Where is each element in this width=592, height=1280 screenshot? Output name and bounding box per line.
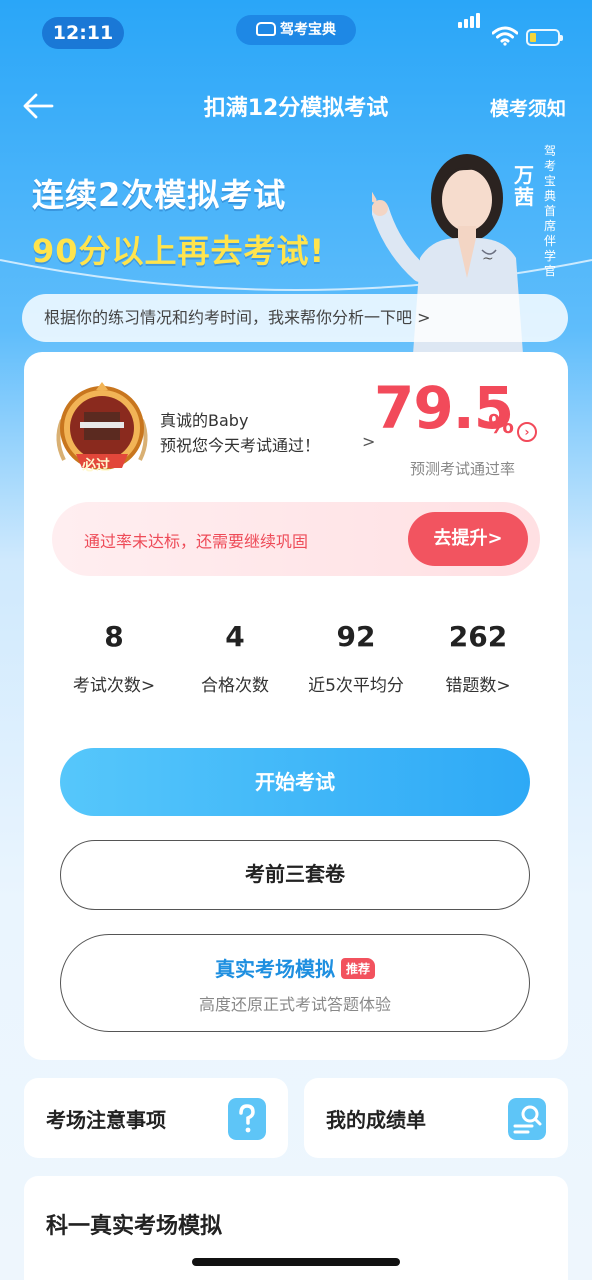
exam-summary-card: 必过 真诚的Baby 预祝您今天考试通过！ > 79.5 % › 预测考试通过率…	[24, 352, 568, 1060]
banner-headline: 连续2次模拟考试	[32, 176, 287, 214]
stat-value: 92	[336, 620, 376, 653]
pass-rate-label: 预测考试通过率	[410, 460, 516, 478]
stat-value: 4	[225, 620, 245, 653]
nav-bar: 扣满12分模拟考试 模考须知	[0, 80, 592, 132]
stat-value: 8	[104, 620, 124, 653]
home-indicator[interactable]	[192, 1258, 400, 1266]
my-scores-tile[interactable]: 我的成绩单	[304, 1078, 568, 1158]
pass-rate-notice: 通过率未达标，还需要继续巩固 去提升>	[52, 502, 540, 576]
status-time: 12:11	[42, 17, 124, 49]
status-bar: 12:11 驾考宝典	[0, 0, 592, 66]
svg-text:~: ~	[482, 251, 494, 267]
real-exam-sim-title-row: 真实考场模拟 推荐	[61, 953, 529, 982]
improve-button[interactable]: 去提升>	[408, 512, 528, 566]
real-exam-sim-title: 真实考场模拟	[214, 957, 335, 981]
stat-label: 近5次平均分	[308, 676, 404, 696]
stat-label: 合格次数	[201, 676, 269, 696]
must-pass-badge-text: 必过	[82, 458, 110, 474]
stat-value: 262	[448, 620, 508, 653]
presenter-name: 万茜	[514, 163, 534, 209]
exam-notice-link[interactable]: 模考须知	[490, 94, 566, 121]
pass-wish-message[interactable]: 预祝您今天考试通过！	[160, 432, 320, 456]
start-exam-button[interactable]: 开始考试	[60, 748, 530, 816]
real-exam-sim-subtitle: 高度还原正式考试答题体验	[198, 995, 391, 1014]
stat-label: 错题数>	[445, 676, 511, 696]
card-title: 科一真实考场模拟	[46, 1214, 223, 1239]
analysis-prompt[interactable]: 根据你的练习情况和约考时间，我来帮你分析一下吧 >	[22, 294, 568, 342]
user-name: 真诚的Baby	[160, 411, 249, 430]
report-search-icon	[508, 1098, 546, 1140]
car-icon	[256, 22, 276, 36]
stat-pass-count: 4 合格次数	[175, 620, 295, 696]
stat-average-score: 92 近5次平均分	[296, 620, 416, 696]
notice-text: 通过率未达标，还需要继续巩固	[84, 532, 309, 551]
real-exam-sim-button[interactable]: 真实考场模拟 推荐 高度还原正式考试答题体验	[60, 934, 530, 1032]
presenter-role: 驾考宝典首席伴学官	[543, 144, 556, 278]
question-icon	[228, 1098, 266, 1140]
pass-rate-unit: %	[488, 410, 515, 440]
recommend-badge: 推荐	[340, 958, 375, 979]
pre-exam-papers-button[interactable]: 考前三套卷	[60, 840, 530, 910]
stat-exam-count[interactable]: 8 考试次数>	[54, 620, 174, 696]
stat-wrong-count[interactable]: 262 错题数>	[418, 620, 538, 696]
pass-rate-info-icon[interactable]: ›	[517, 422, 537, 442]
stat-label: 考试次数>	[72, 676, 156, 696]
tile-label: 考场注意事项	[46, 1108, 166, 1132]
wifi-icon	[492, 26, 518, 46]
app-badge-label: 驾考宝典	[280, 22, 336, 38]
tile-label: 我的成绩单	[326, 1108, 426, 1132]
app-badge: 驾考宝典	[236, 15, 356, 45]
exam-notes-tile[interactable]: 考场注意事项	[24, 1078, 288, 1158]
battery-icon	[526, 29, 563, 46]
